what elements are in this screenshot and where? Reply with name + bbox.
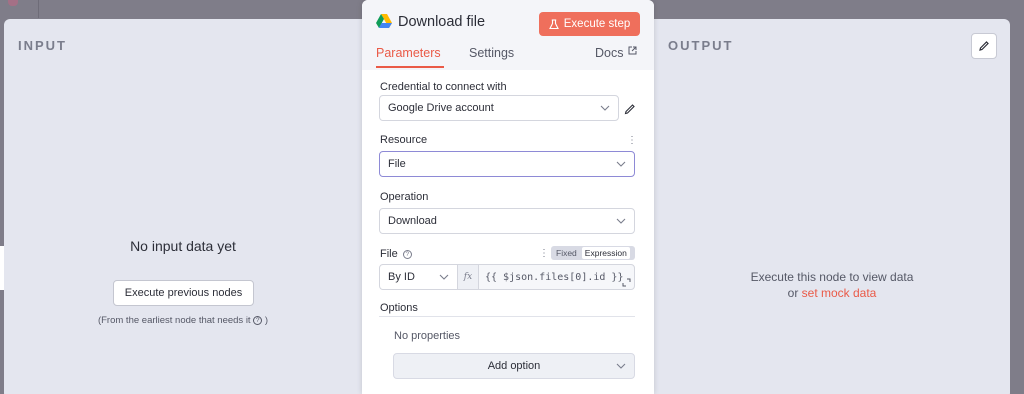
file-label-text: File xyxy=(380,248,398,260)
resource-value: File xyxy=(388,158,406,170)
pencil-icon[interactable] xyxy=(624,103,636,115)
panel-header: Download file Execute step Parameters Se… xyxy=(362,0,654,70)
add-option-button[interactable]: Add option xyxy=(393,353,635,379)
credential-value: Google Drive account xyxy=(388,102,494,114)
parameters-panel: Download file Execute step Parameters Se… xyxy=(362,0,654,394)
operation-value: Download xyxy=(388,215,437,227)
canvas-connector-line xyxy=(38,0,39,18)
active-tab-indicator xyxy=(376,66,444,68)
output-hint-or: or xyxy=(787,286,799,300)
file-expression-input[interactable]: {{ $json.files[0].id }} xyxy=(478,264,635,290)
input-pane-title: INPUT xyxy=(18,38,67,53)
file-mode-select[interactable]: By ID xyxy=(379,264,458,290)
earliest-node-note: (From the earliest node that needs it ? … xyxy=(4,315,362,326)
chevron-down-icon xyxy=(616,363,626,369)
file-input-row: By ID fx {{ $json.files[0].id }} xyxy=(379,264,635,290)
options-divider xyxy=(379,316,635,317)
operation-label: Operation xyxy=(380,191,429,203)
canvas-node-fragment xyxy=(8,0,18,6)
google-drive-icon xyxy=(376,14,392,28)
no-input-message: No input data yet xyxy=(130,238,236,254)
node-title[interactable]: Download file xyxy=(398,14,485,30)
resource-options-icon[interactable]: ⋮ xyxy=(627,135,637,146)
credential-select[interactable]: Google Drive account xyxy=(379,95,619,121)
resource-label: Resource xyxy=(380,134,428,146)
flask-icon xyxy=(548,18,559,29)
expand-icon[interactable] xyxy=(622,278,631,287)
earliest-node-note-text: (From the earliest node that needs it xyxy=(97,315,251,326)
question-icon[interactable]: ? xyxy=(253,316,263,325)
file-expression-value: {{ $json.files[0].id }} xyxy=(485,271,624,283)
file-options-icon[interactable]: ⋮ xyxy=(539,248,549,259)
set-mock-data-link[interactable]: set mock data xyxy=(802,286,877,300)
fixed-option[interactable]: Fixed xyxy=(551,248,581,258)
execute-step-button[interactable]: Execute step xyxy=(539,12,640,36)
expression-option[interactable]: Expression xyxy=(581,247,630,259)
options-label: Options xyxy=(380,302,418,314)
execute-step-label: Execute step xyxy=(563,18,631,30)
file-mode-value: By ID xyxy=(388,271,415,283)
chevron-down-icon xyxy=(616,218,626,224)
output-hint-text: Execute this node to view data xyxy=(750,270,914,284)
tab-docs[interactable]: Docs xyxy=(595,46,637,60)
chevron-down-icon xyxy=(439,274,449,280)
add-option-label: Add option xyxy=(487,360,541,372)
tab-parameters[interactable]: Parameters xyxy=(376,46,441,60)
fixed-expression-toggle[interactable]: Fixed Expression xyxy=(551,246,635,260)
operation-select[interactable]: Download xyxy=(379,208,635,234)
earliest-node-note-close: ) xyxy=(264,315,269,326)
pencil-icon xyxy=(979,41,989,51)
edit-output-button[interactable] xyxy=(971,33,997,59)
file-label: File ? xyxy=(380,248,412,260)
help-icon[interactable]: ? xyxy=(402,250,412,259)
resource-select[interactable]: File xyxy=(379,151,635,177)
external-link-icon xyxy=(628,46,637,55)
output-pane-title: OUTPUT xyxy=(668,38,734,53)
output-hint: Execute this node to view data or set mo… xyxy=(654,269,1010,301)
execute-previous-nodes-button[interactable]: Execute previous nodes xyxy=(113,280,254,306)
no-properties-text: No properties xyxy=(394,330,461,342)
fx-indicator: fx xyxy=(458,264,478,290)
chevron-down-icon xyxy=(600,105,610,111)
docs-label: Docs xyxy=(595,46,624,60)
chevron-down-icon xyxy=(616,161,626,167)
credential-label: Credential to connect with xyxy=(380,81,507,93)
tab-settings[interactable]: Settings xyxy=(469,46,514,60)
